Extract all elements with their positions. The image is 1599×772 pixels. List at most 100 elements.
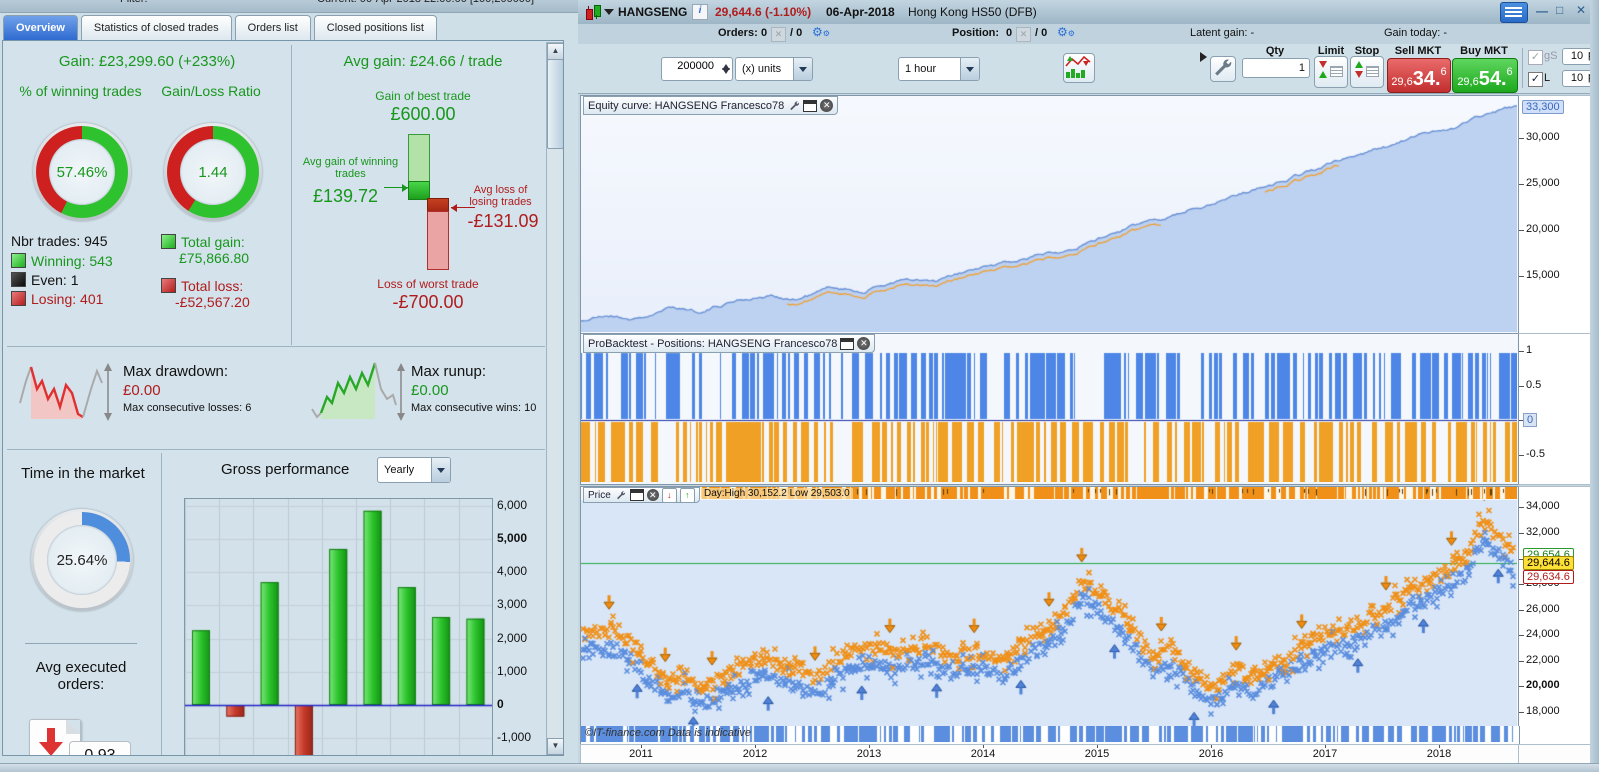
- close-icon[interactable]: ✕: [820, 99, 834, 112]
- avg-gain-summary: Avg gain: £24.66 / trade: [343, 53, 503, 70]
- gross-period-dropdown[interactable]: Yearly: [377, 457, 451, 483]
- window-icon[interactable]: [629, 489, 644, 501]
- max-drawdown-value: £0.00: [123, 382, 161, 399]
- dropdown-arrow-icon[interactable]: [793, 58, 812, 80]
- max-runup-value: £0.00: [411, 382, 449, 399]
- scrollbar-thumb[interactable]: [547, 59, 563, 149]
- tab-orders-list[interactable]: Orders list: [234, 15, 311, 40]
- chart-type-button[interactable]: [1063, 53, 1095, 83]
- avg-win-value: £139.72: [312, 186, 379, 206]
- scroll-up-button[interactable]: ▲: [547, 43, 563, 60]
- tick-mark: [1519, 584, 1524, 585]
- filter-bar: Filter: Current: 06-Apr-2018 22:00:00 [1…: [0, 0, 578, 13]
- positions-pane-tag[interactable]: ProBacktest - Positions: HANGSENG France…: [583, 334, 876, 353]
- buy-mkt-button[interactable]: 29,6 54. 6: [1452, 58, 1518, 93]
- scroll-down-button[interactable]: ▼: [547, 738, 563, 755]
- l-checkbox[interactable]: ✓: [1528, 72, 1543, 87]
- positions-tick-label: 1: [1526, 344, 1533, 356]
- sell-price-prefix: 29,6: [1391, 76, 1413, 88]
- tick-mark: [1519, 455, 1524, 456]
- positions-tick-label: 0.5: [1526, 378, 1542, 391]
- wrench-icon[interactable]: [787, 100, 800, 112]
- window-icon[interactable]: [803, 99, 818, 112]
- avg-orders-title: Avg executed orders:: [35, 659, 127, 693]
- instrument-dropdown-arrow[interactable]: [604, 9, 614, 20]
- close-icon[interactable]: ✕: [857, 337, 871, 350]
- avg-win-arrowhead: [402, 184, 412, 192]
- qty-input[interactable]: 1: [1242, 58, 1310, 78]
- limit-order-button[interactable]: [1314, 56, 1348, 88]
- total-gain-swatch: [161, 234, 176, 249]
- max-consecutive-losses: Max consecutive losses: 6: [123, 402, 252, 414]
- instrument-name[interactable]: HANGSENG: [618, 5, 687, 19]
- window-icon[interactable]: [840, 337, 855, 350]
- gross-y-tick-label: -1,000: [497, 730, 532, 745]
- tab-overview[interactable]: Overview: [3, 15, 78, 40]
- order-settings-wrench-button[interactable]: [1210, 56, 1236, 82]
- units-dropdown[interactable]: (x) units: [735, 57, 813, 81]
- buy-price-big: 54.: [1478, 68, 1507, 90]
- quantity-input[interactable]: [664, 59, 716, 73]
- quantity-spinner[interactable]: [661, 57, 733, 81]
- sell-mkt-button[interactable]: 29,6 34. 6: [1387, 58, 1451, 93]
- total-loss-swatch: [161, 278, 176, 293]
- price-chart[interactable]: [581, 500, 1517, 726]
- tab-statistics-of-closed-trades[interactable]: Statistics of closed trades: [80, 15, 232, 40]
- sell-price-decimal: 6: [1440, 66, 1447, 78]
- positions-pane-title: ProBacktest - Positions: HANGSENG France…: [588, 337, 838, 350]
- position-close-icon[interactable]: ✕: [1016, 27, 1031, 42]
- timeframe-value: 1 hour: [905, 63, 937, 75]
- filter-label: Filter:: [120, 0, 148, 5]
- stop-order-button[interactable]: [1350, 56, 1384, 88]
- price-tick-label: 32,000: [1526, 525, 1560, 538]
- spin-down-icon[interactable]: [722, 68, 730, 78]
- worst-trade-value: -£700.00: [392, 292, 464, 312]
- report-content: Gain: £23,299.60 (+233%) Avg gain: £24.6…: [2, 40, 564, 756]
- candlestick-icon: [585, 4, 603, 20]
- chart-titlebar[interactable]: HANGSENG i 29,644.6 (-1.10%) 06-Apr-2018…: [578, 0, 1599, 25]
- keyboard-icon[interactable]: [1500, 2, 1528, 23]
- price-pane: Price ✕ ↓ ↑ Day:High 30,152.2 Low 29,503…: [580, 486, 1520, 728]
- report-scrollbar[interactable]: ▲ ▼: [546, 42, 563, 755]
- minimize-button[interactable]: —: [1536, 4, 1548, 18]
- orders-close-icon[interactable]: ✕: [771, 27, 786, 42]
- gs-checkbox[interactable]: ✓: [1528, 50, 1543, 65]
- close-button[interactable]: ✕: [1576, 3, 1586, 17]
- sell-price-big: 34.: [1412, 68, 1441, 90]
- total-gain: Total gain: £75,866.80: [161, 234, 249, 266]
- close-icon[interactable]: ✕: [646, 489, 659, 501]
- divider: [1522, 48, 1523, 88]
- tick-mark: [1519, 276, 1524, 277]
- wrench-icon[interactable]: [614, 489, 627, 501]
- price-tick-label: 26,000: [1526, 602, 1560, 615]
- orders-settings-gear-icon[interactable]: ⚙⚙: [812, 25, 830, 39]
- equity-pane-title: Equity curve: HANGSENG Francesco78: [588, 99, 785, 112]
- avg-orders-value: 0.93: [69, 741, 131, 755]
- info-icon[interactable]: i: [692, 4, 708, 20]
- maximize-button[interactable]: □: [1556, 3, 1563, 17]
- timeframe-dropdown[interactable]: 1 hour: [898, 57, 980, 81]
- buy-arrow-icon[interactable]: ↑: [679, 487, 695, 503]
- orders-position-row: Orders: 0 ✕ / 0 ⚙⚙ Position: 0 ✕ / 0 ⚙⚙ …: [578, 24, 1599, 45]
- l-checkbox-label: L: [1544, 72, 1551, 84]
- equity-curve-chart[interactable]: [581, 96, 1517, 332]
- runup-sparkline-icon: [311, 362, 405, 421]
- price-pane-tag[interactable]: Price ✕ ↓ ↑: [583, 487, 700, 503]
- tab-closed-positions-list[interactable]: Closed positions list: [313, 15, 437, 40]
- gross-performance-chart[interactable]: [184, 498, 493, 755]
- positions-pane: ProBacktest - Positions: HANGSENG France…: [580, 333, 1520, 485]
- position-settings-gear-icon[interactable]: ⚙⚙: [1057, 25, 1075, 39]
- buy-price-decimal: 6: [1506, 66, 1513, 78]
- equity-pane-tag[interactable]: Equity curve: HANGSENG Francesco78 ✕: [583, 96, 839, 115]
- time-in-market-title: Time in the market: [21, 465, 145, 482]
- max-drawdown-label: Max drawdown:: [123, 363, 229, 380]
- sell-arrow-icon[interactable]: ↓: [661, 487, 677, 503]
- time-in-market-donut: 25.64%: [31, 509, 133, 611]
- positions-chart[interactable]: [581, 334, 1517, 482]
- dropdown-arrow-icon[interactable]: [431, 458, 450, 482]
- buy-mkt-label: Buy MKT: [1460, 45, 1508, 57]
- dropdown-arrow-icon[interactable]: [960, 58, 979, 80]
- equity-tick-label: 25,000: [1526, 176, 1560, 189]
- losing-swatch: [11, 291, 26, 306]
- equity-tick-label: 30,000: [1526, 130, 1560, 143]
